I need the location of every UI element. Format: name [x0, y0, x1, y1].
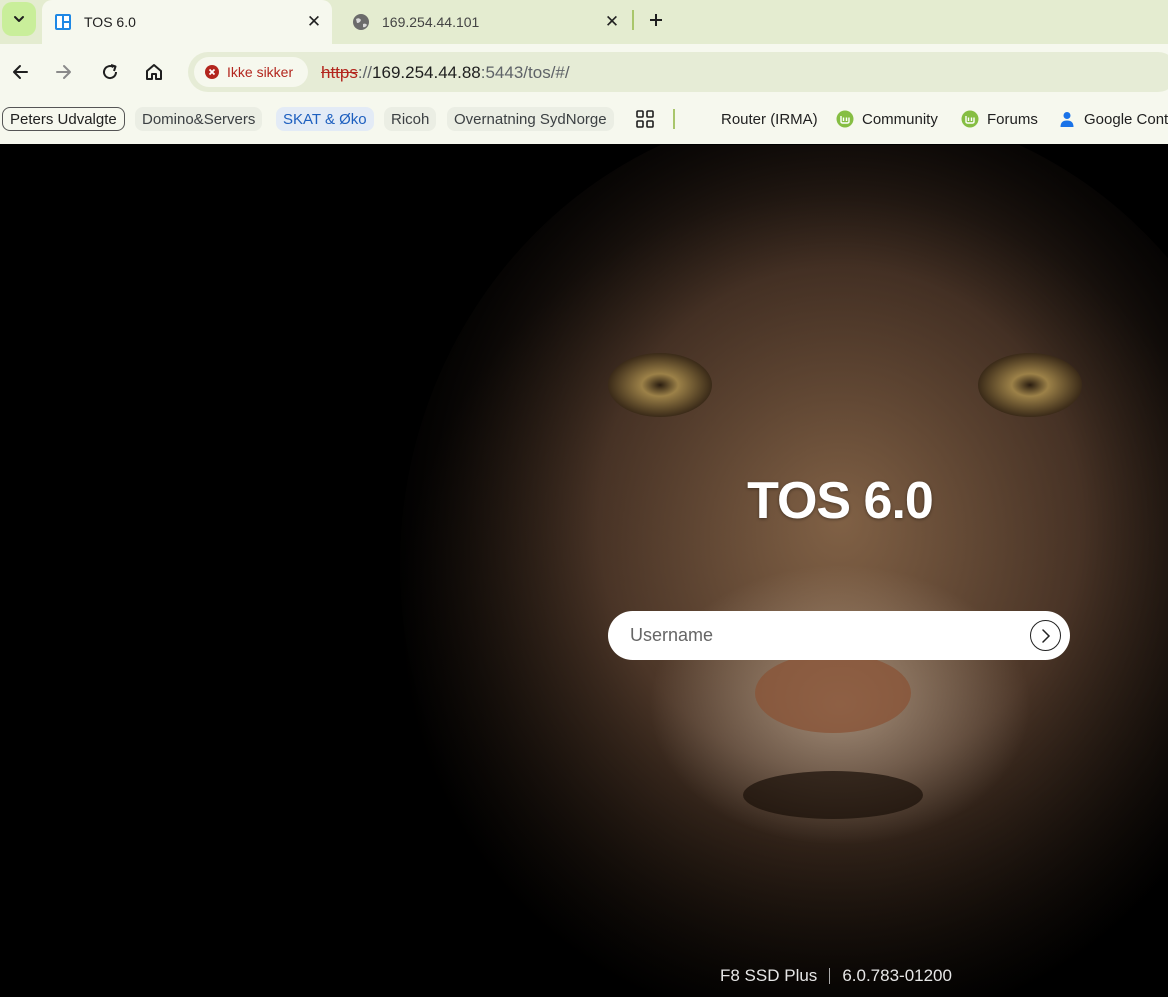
back-button[interactable]	[6, 58, 34, 86]
bookmark-label: Forums	[987, 110, 1038, 128]
home-icon	[146, 64, 162, 80]
bookmark-forums[interactable]: Forums	[961, 107, 1038, 131]
new-tab-button[interactable]	[642, 6, 670, 34]
login-submit-button[interactable]	[1030, 620, 1061, 651]
url-separator: ://	[357, 63, 373, 82]
bookmark-group-peters-udvalgte[interactable]: Peters Udvalgte	[2, 107, 125, 131]
arrow-left-icon	[13, 65, 28, 79]
tab-title: TOS 6.0	[84, 14, 136, 30]
firmware-version: 6.0.783-01200	[842, 966, 952, 985]
chevron-right-icon	[1041, 628, 1050, 643]
bookmark-label: Community	[862, 110, 938, 128]
footer-divider	[829, 968, 831, 984]
bookmark-separator	[673, 109, 675, 129]
tab-title: 169.254.44.101	[382, 14, 480, 30]
security-chip[interactable]: Ikke sikker	[194, 57, 308, 87]
forward-button[interactable]	[50, 58, 78, 86]
url-path: :5443/tos/#/	[480, 63, 570, 82]
chevron-down-icon	[14, 16, 24, 22]
tab-tos[interactable]: TOS 6.0 ✕	[42, 0, 332, 44]
bookmark-label: Router (IRMA)	[721, 110, 818, 128]
bookmark-group-overnatning-sydnorge[interactable]: Overnatning SydNorge	[447, 107, 614, 131]
bookmark-router[interactable]: Router (IRMA)	[721, 107, 818, 131]
close-tab-icon[interactable]: ✕	[600, 10, 624, 34]
close-tab-icon[interactable]: ✕	[302, 10, 326, 34]
device-model: F8 SSD Plus	[720, 966, 818, 985]
tos-login-page: TOS 6.0 F8 SSD Plus 6.0.783-01200	[0, 145, 1168, 997]
browser-toolbar: Ikke sikker https://169.254.44.88:5443/t…	[0, 44, 1168, 100]
person-icon	[1058, 110, 1076, 128]
address-bar[interactable]: Ikke sikker https://169.254.44.88:5443/t…	[188, 52, 1168, 92]
device-info-footer: F8 SSD Plus 6.0.783-01200	[720, 966, 952, 986]
tab-ip[interactable]: 169.254.44.101 ✕	[340, 0, 630, 44]
tab-strip: TOS 6.0 ✕ 169.254.44.101 ✕	[0, 0, 1168, 44]
tab-divider	[632, 10, 634, 30]
username-input[interactable]	[630, 621, 1010, 649]
url-host: 169.254.44.88	[372, 63, 481, 82]
bookmark-group-ricoh[interactable]: Ricoh	[384, 107, 437, 131]
login-title: TOS 6.0	[747, 472, 934, 530]
bookmark-google-contacts[interactable]: Google Cont	[1058, 107, 1168, 131]
lynx-background-image	[400, 145, 1168, 997]
bookmark-group-domino-servers[interactable]: Domino&Servers	[135, 107, 263, 131]
username-form	[608, 611, 1070, 660]
security-label: Ikke sikker	[227, 64, 294, 80]
url-text: https://169.254.44.88:5443/tos/#/	[321, 63, 570, 83]
apps-grid-button[interactable]	[636, 107, 654, 131]
tab-search-button[interactable]	[2, 2, 36, 36]
bookmark-community[interactable]: Community	[836, 107, 938, 131]
reload-button[interactable]	[96, 58, 124, 86]
arrow-right-icon	[56, 65, 71, 79]
apps-grid-icon	[636, 110, 654, 128]
mint-icon	[836, 110, 854, 128]
warning-x-icon	[205, 65, 219, 79]
bookmark-group-skat-oko[interactable]: SKAT & Øko	[276, 107, 374, 131]
reload-icon	[103, 64, 118, 80]
tos-grid-icon	[54, 13, 72, 31]
plus-icon	[650, 14, 662, 26]
bookmark-label: Google Cont	[1084, 110, 1168, 128]
globe-icon	[352, 13, 370, 31]
home-button[interactable]	[140, 58, 168, 86]
mint-icon	[961, 110, 979, 128]
bookmarks-bar: Peters Udvalgte Domino&Servers SKAT & Øk…	[0, 100, 1168, 144]
url-scheme: https	[321, 63, 358, 82]
